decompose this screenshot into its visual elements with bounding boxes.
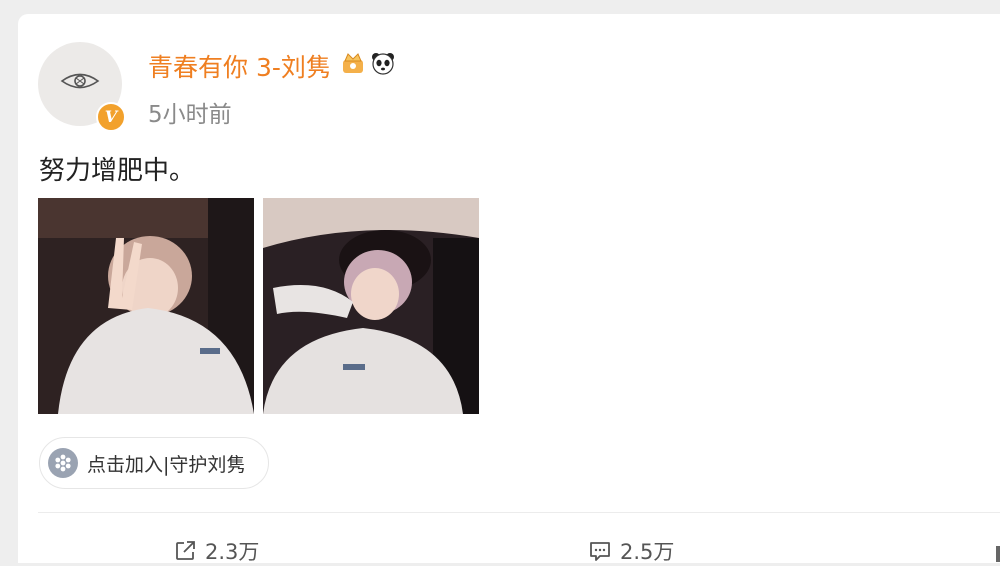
comment-button[interactable]: 2.5万: [588, 536, 674, 566]
username[interactable]: 青春有你 3-刘隽: [148, 48, 331, 84]
repost-count: 2.3万: [205, 540, 260, 564]
join-group-label: 点击加入|守护刘隽: [87, 453, 246, 476]
flower-icon: [48, 448, 78, 478]
like-icon[interactable]: [996, 546, 1000, 562]
repost-button[interactable]: 2.3万: [173, 536, 259, 566]
post-text: 努力增肥中。: [39, 156, 196, 186]
comment-icon: [590, 542, 610, 561]
panda-icon[interactable]: [370, 50, 396, 76]
post-time: 5小时前: [148, 102, 232, 128]
post-image-2[interactable]: [263, 198, 479, 414]
post-image-1[interactable]: [38, 198, 254, 414]
user-icons: [340, 50, 396, 76]
repost-icon: [176, 541, 195, 560]
weibo-post-card: V 青春有你 3-刘隽 5小时前 努力增肥中。 点击加入|守护刘隽 2.3万 2…: [18, 14, 1000, 566]
divider: [38, 512, 1000, 513]
eye-logo-icon: [60, 73, 100, 89]
verified-badge-icon: V: [96, 102, 126, 132]
crown-badge-icon[interactable]: [340, 50, 366, 76]
comment-count: 2.5万: [620, 540, 675, 564]
join-group-button[interactable]: 点击加入|守护刘隽: [39, 437, 269, 489]
avatar[interactable]: V: [38, 42, 126, 132]
